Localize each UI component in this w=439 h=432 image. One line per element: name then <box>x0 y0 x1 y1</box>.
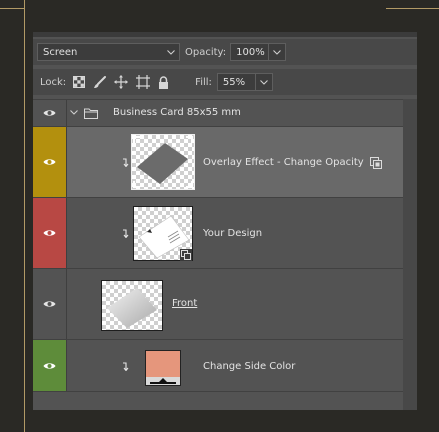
artboard-icon[interactable] <box>136 75 151 89</box>
opacity-input[interactable]: 100% <box>230 43 269 61</box>
layers-panel: Screen Opacity: 100% Lock: Fill: 55% Bus… <box>33 32 417 410</box>
opacity-value: 100% <box>236 46 265 58</box>
clipping-arrow-icon <box>123 362 129 371</box>
lock-transparent-pixels-icon[interactable] <box>73 76 86 88</box>
chevron-down-icon <box>273 49 281 55</box>
lock-icon[interactable] <box>158 75 169 89</box>
eye-icon <box>43 159 56 165</box>
layer-group-row[interactable]: Business Card 85x55 mm <box>33 99 417 126</box>
blend-mode-select[interactable]: Screen <box>37 43 180 61</box>
color-swatch <box>146 351 180 377</box>
eye-icon <box>43 230 56 236</box>
lock-label: Lock: <box>40 76 67 88</box>
blend-options-row: Screen Opacity: 100% <box>33 39 417 65</box>
blend-mode-value: Screen <box>43 46 78 58</box>
smart-object-badge-icon <box>370 157 382 169</box>
brush-icon[interactable] <box>93 75 107 89</box>
fill-input[interactable]: 55% <box>216 73 255 91</box>
layer-name: Your Design <box>203 228 263 239</box>
folder-icon <box>84 108 98 119</box>
frame-top-line <box>0 8 24 9</box>
group-name: Business Card 85x55 mm <box>113 107 241 118</box>
visibility-toggle[interactable] <box>33 340 67 391</box>
layer-row[interactable]: Your Design <box>33 197 417 268</box>
eye-icon <box>43 110 56 116</box>
fill-dropdown-button[interactable] <box>254 73 273 91</box>
clipping-arrow-icon <box>123 229 129 238</box>
visibility-toggle[interactable] <box>33 198 67 268</box>
opacity-label: Opacity: <box>185 46 227 58</box>
eye-icon <box>43 362 56 369</box>
layer-name: Front <box>172 298 198 309</box>
empty-layer-area <box>33 391 417 410</box>
fill-value: 55% <box>222 76 246 88</box>
fill-label: Fill: <box>195 76 212 88</box>
color-fill-thumbnail <box>145 350 181 386</box>
visibility-toggle[interactable] <box>33 269 67 339</box>
layer-row[interactable]: Overlay Effect - Change Opacity <box>33 126 417 197</box>
visibility-toggle[interactable] <box>33 100 67 126</box>
chevron-down-icon <box>166 47 176 57</box>
frame-top-line-right <box>386 8 439 9</box>
layer-thumbnail <box>131 134 195 190</box>
frame-left-line <box>24 0 25 432</box>
scrollbar[interactable] <box>403 99 417 410</box>
fill-slider-icon <box>146 377 180 385</box>
panel-header-strip <box>33 32 417 37</box>
smart-object-badge-icon <box>180 249 192 261</box>
visibility-toggle[interactable] <box>33 127 67 197</box>
lock-options-row: Lock: Fill: 55% <box>33 69 417 95</box>
layer-thumbnail <box>101 280 163 331</box>
move-icon[interactable] <box>114 75 129 89</box>
layer-row[interactable]: Front <box>33 268 417 339</box>
eye-icon <box>43 301 56 307</box>
layer-name: Change Side Color <box>203 361 296 372</box>
chevron-down-icon <box>260 79 268 85</box>
clipping-arrow-icon <box>123 158 129 167</box>
layer-row[interactable]: Change Side Color <box>33 339 417 391</box>
layer-name: Overlay Effect - Change Opacity <box>203 157 364 168</box>
chevron-down-icon[interactable] <box>70 110 78 115</box>
opacity-dropdown-button[interactable] <box>268 43 287 61</box>
